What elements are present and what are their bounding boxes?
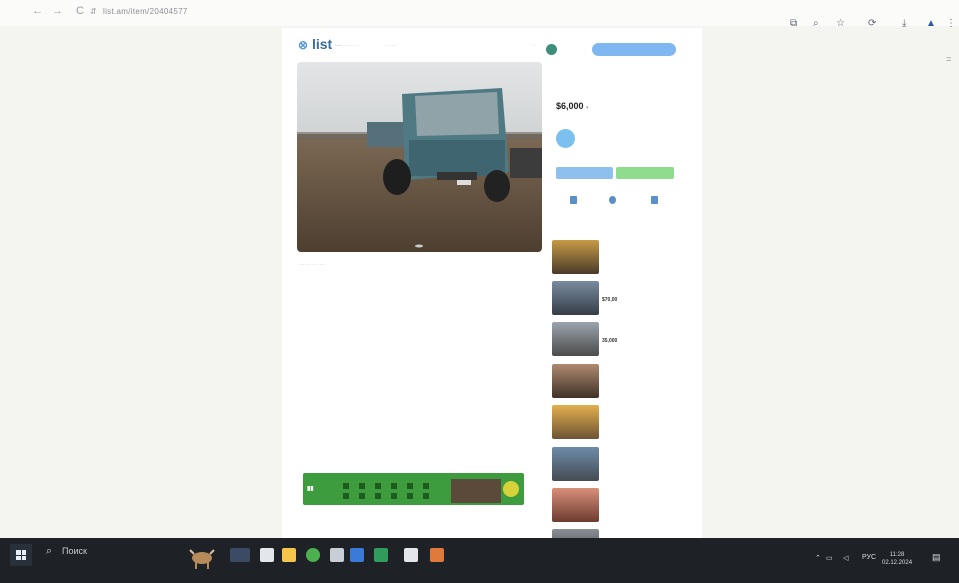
similar-thumbnail [552,405,599,439]
similar-listing[interactable] [552,240,692,276]
file-explorer-icon[interactable] [282,548,296,562]
similar-thumbnail [552,447,599,481]
spec-row [293,318,493,326]
notifications-icon[interactable]: ▤ [932,552,941,563]
similar-price: $70,00 [602,297,618,303]
similar-price: 35,000 [602,338,618,344]
heart-icon [569,196,577,204]
download-icon[interactable]: ⤓ [902,18,906,29]
truck-photo [297,62,542,252]
windows-logo-icon [16,550,26,560]
seller-avatar[interactable] [556,129,575,148]
banner-graphics [343,479,519,503]
site-logo[interactable]: ⊗ list [298,36,332,52]
chrome-icon[interactable] [306,548,320,562]
task-view-icon[interactable] [230,548,250,562]
price-value: $6,000 [556,101,584,111]
spec-row [293,296,493,304]
side-panel-icon[interactable]: = [946,54,951,64]
extensions-icon[interactable]: ⟳ [868,18,876,29]
address-bar[interactable]: list.am/item/20404577 [103,7,188,16]
clock[interactable]: 11:28 02.12.2024 [882,551,912,567]
similar-listing[interactable] [552,488,692,524]
similar-thumbnail [552,364,599,398]
similar-listing[interactable] [552,447,692,483]
flag-icon [650,196,658,204]
favorite-action[interactable] [558,196,588,207]
language-indicator[interactable]: РУС [862,554,876,561]
zoom-icon[interactable]: ⌕ [813,18,819,29]
share-action[interactable] [597,196,627,207]
spec-row [293,392,493,400]
similar-listing[interactable]: 35,000 [552,322,692,358]
clock-time: 11:28 [889,552,905,558]
logo-mark-icon: ⊗ [298,38,309,52]
listing-price: $6,000 ▾ [556,101,589,111]
clock-date: 02.12.2024 [882,560,913,566]
avatar[interactable] [546,44,557,55]
header-link[interactable]: ······· [385,43,397,49]
spec-row [293,403,493,411]
spec-row [293,362,493,370]
site-info-icon[interactable]: ⇵ [90,7,97,16]
share-icon [608,196,616,204]
reload-icon[interactable]: C [76,5,84,17]
spec-row [293,307,493,315]
menu-icon[interactable]: ⋮ [946,18,956,29]
volume-icon[interactable]: ◁ [843,554,848,562]
spec-row [293,351,493,359]
taskbar-search[interactable]: Поиск [62,546,87,556]
logo-text: list [311,36,333,52]
report-action[interactable] [639,196,669,207]
cortana-deer-icon[interactable] [186,544,218,570]
post-ad-button[interactable] [592,43,676,56]
translate-icon[interactable]: ⧉ [790,18,797,29]
similar-listing[interactable] [552,364,692,400]
tray-chevron-icon[interactable]: ⌃ [815,554,821,562]
taskbar-app-icon[interactable] [260,548,274,562]
taskbar-app-icon[interactable] [330,548,344,562]
taskbar-app-icon[interactable] [350,548,364,562]
back-icon[interactable]: ← [32,5,43,17]
profile-icon[interactable]: ▲ [926,18,936,29]
similar-listing[interactable]: $70,00 [552,281,692,317]
start-button[interactable] [10,544,32,566]
spec-row [293,340,493,348]
similar-thumbnail [552,281,599,315]
search-icon[interactable]: ⌕ [46,545,52,558]
bookmark-star-icon[interactable]: ☆ [836,18,845,29]
similar-thumbnail [552,488,599,522]
listing-photo[interactable] [297,62,542,252]
windows-taskbar: ⌕ Поиск ⌃ ▭ ◁ РУС 11:28 02.12.2024 ▤ [0,538,959,583]
network-icon[interactable]: ▭ [826,554,833,562]
spec-row [293,414,493,422]
taskbar-app-icon[interactable] [430,548,444,562]
show-phone-button[interactable] [556,167,613,179]
ad-banner[interactable]: ▮▮ [303,473,524,505]
forward-icon[interactable]: → [52,5,63,17]
similar-thumbnail [552,322,599,356]
taskbar-app-icon[interactable] [404,548,418,562]
header-link[interactable]: ── ········· [335,43,358,49]
spec-row [293,329,493,337]
similar-listing[interactable] [552,405,692,441]
currency-dropdown-icon[interactable]: ▾ [586,105,589,111]
taskbar-app-icon[interactable] [374,548,388,562]
photo-caption: ··········· ····· [298,262,327,268]
notification-icon[interactable]: ◦ [533,43,535,49]
message-button[interactable] [616,167,674,179]
similar-thumbnail [552,240,599,274]
